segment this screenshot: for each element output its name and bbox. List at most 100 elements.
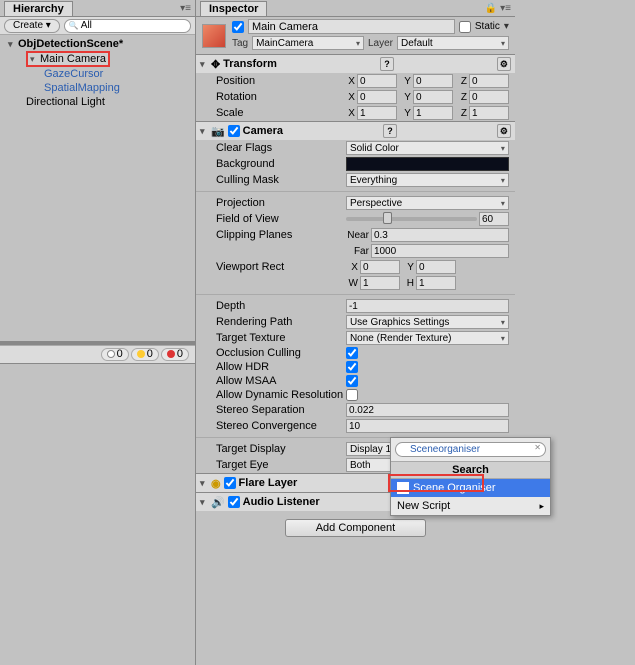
hierarchy-tree[interactable]: ObjDetectionScene* Main Camera GazeCurso… <box>0 35 195 341</box>
target-tex-label: Target Texture <box>216 332 346 344</box>
tree-item-gazecursor[interactable]: GazeCursor <box>26 67 187 81</box>
add-component-popup: Search Scene Organiser New Script <box>390 437 551 516</box>
static-dropdown-icon[interactable]: ▾ <box>504 21 509 32</box>
scale-y[interactable] <box>413 106 453 120</box>
create-button[interactable]: Create ▾ <box>4 19 60 33</box>
fov-value[interactable] <box>479 212 509 226</box>
scale-z[interactable] <box>469 106 509 120</box>
clear-flags-dropdown[interactable]: Solid Color <box>346 141 509 155</box>
audio-enabled[interactable] <box>228 496 240 508</box>
gameobject-header: Static▾ Tag MainCamera Layer Default <box>196 17 515 54</box>
near-plane[interactable] <box>371 228 509 242</box>
hdr-checkbox[interactable] <box>346 361 358 373</box>
result-scene-organiser[interactable]: Scene Organiser <box>391 479 550 497</box>
flare-icon: ◉ <box>211 477 221 490</box>
rot-y[interactable] <box>413 90 453 104</box>
status-bar: 0 0 0 <box>0 345 195 363</box>
stereo-conv-label: Stereo Convergence <box>216 420 346 432</box>
inspector-body: Static▾ Tag MainCamera Layer Default ✥ T… <box>196 17 515 665</box>
viewport-label: Viewport Rect <box>216 261 346 273</box>
vp-x[interactable] <box>360 260 400 274</box>
stereo-sep-field[interactable] <box>346 403 509 417</box>
depth-label: Depth <box>216 300 346 312</box>
highlight-box-popup <box>515 0 635 103</box>
stereo-conv-field[interactable] <box>346 419 509 433</box>
msaa-checkbox[interactable] <box>346 375 358 387</box>
rotation-label: Rotation <box>216 91 343 103</box>
fov-label: Field of View <box>216 213 346 225</box>
status-error[interactable]: 0 <box>161 348 189 361</box>
rot-x[interactable] <box>357 90 397 104</box>
camera-header[interactable]: 📷 Camera ? ⚙ <box>196 122 515 140</box>
search-category-label: Search <box>391 461 550 479</box>
camera-icon: 📷 <box>211 125 225 138</box>
scale-label: Scale <box>216 107 343 119</box>
occlusion-checkbox[interactable] <box>346 347 358 359</box>
clear-flags-label: Clear Flags <box>216 142 346 154</box>
vp-h[interactable] <box>416 276 456 290</box>
stereo-sep-label: Stereo Separation <box>216 404 346 416</box>
scale-x[interactable] <box>357 106 397 120</box>
rendering-dropdown[interactable]: Use Graphics Settings <box>346 315 509 329</box>
script-icon <box>397 482 409 494</box>
tag-dropdown[interactable]: MainCamera <box>252 36 364 50</box>
hierarchy-panel: Hierarchy ▾≡ Create ▾ All ObjDetectionSc… <box>0 0 195 665</box>
far-plane[interactable] <box>371 244 509 258</box>
lower-empty-panel <box>0 363 195 665</box>
camera-component: 📷 Camera ? ⚙ Clear FlagsSolid Color Back… <box>196 121 515 473</box>
tree-item-spatialmapping[interactable]: SpatialMapping <box>26 81 187 95</box>
scene-root[interactable]: ObjDetectionScene* <box>8 37 187 51</box>
inspector-tab[interactable]: Inspector <box>200 1 268 16</box>
audio-icon: 🔊 <box>211 496 225 509</box>
active-checkbox[interactable] <box>232 21 244 33</box>
dynres-label: Allow Dynamic Resolution <box>216 389 346 401</box>
pos-x[interactable] <box>357 74 397 88</box>
pos-y[interactable] <box>413 74 453 88</box>
fov-slider[interactable] <box>346 217 477 221</box>
gear-icon[interactable]: ⚙ <box>497 57 511 71</box>
gear-icon[interactable]: ⚙ <box>497 124 511 138</box>
hierarchy-tab[interactable]: Hierarchy <box>4 1 73 16</box>
vp-y[interactable] <box>416 260 456 274</box>
culling-dropdown[interactable]: Everything <box>346 173 509 187</box>
depth-field[interactable] <box>346 299 509 313</box>
inspector-tab-bar: Inspector 🔒 ▾≡ <box>196 0 515 17</box>
component-search-input[interactable] <box>395 442 546 457</box>
status-warn[interactable]: 0 <box>131 348 159 361</box>
panel-menu-icon[interactable]: 🔒 ▾≡ <box>485 3 511 14</box>
pos-z[interactable] <box>469 74 509 88</box>
flare-enabled[interactable] <box>224 477 236 489</box>
tree-item-main-camera[interactable]: Main Camera <box>26 51 187 67</box>
gameobject-icon[interactable] <box>202 24 226 48</box>
transform-icon: ✥ <box>211 58 220 71</box>
rot-z[interactable] <box>469 90 509 104</box>
target-disp-label: Target Display <box>216 443 346 455</box>
camera-enabled[interactable] <box>228 125 240 137</box>
occlusion-label: Occlusion Culling <box>216 347 346 359</box>
help-icon[interactable]: ? <box>380 57 394 71</box>
background-color[interactable] <box>346 157 509 171</box>
projection-label: Projection <box>216 197 346 209</box>
help-icon[interactable]: ? <box>383 124 397 138</box>
hierarchy-search-input[interactable]: All <box>64 19 191 33</box>
panel-menu-icon[interactable]: ▾≡ <box>180 3 191 14</box>
transform-header[interactable]: ✥ Transform ? ⚙ <box>196 55 515 73</box>
status-info[interactable]: 0 <box>101 348 129 361</box>
dynres-checkbox[interactable] <box>346 389 358 401</box>
hierarchy-toolbar: Create ▾ All <box>0 17 195 35</box>
layer-dropdown[interactable]: Default <box>397 36 509 50</box>
result-new-script[interactable]: New Script <box>391 497 550 515</box>
clipping-label: Clipping Planes <box>216 229 343 241</box>
target-tex-field[interactable]: None (Render Texture) <box>346 331 509 345</box>
projection-dropdown[interactable]: Perspective <box>346 196 509 210</box>
name-field[interactable] <box>248 19 455 34</box>
add-component-button[interactable]: Add Component <box>285 519 427 537</box>
culling-label: Culling Mask <box>216 174 346 186</box>
hierarchy-tab-bar: Hierarchy ▾≡ <box>0 0 195 17</box>
static-label: Static <box>475 21 500 32</box>
tree-item-directional-light[interactable]: Directional Light <box>26 95 187 109</box>
vp-w[interactable] <box>360 276 400 290</box>
background-label: Background <box>216 158 346 170</box>
static-checkbox[interactable] <box>459 21 471 33</box>
position-label: Position <box>216 75 343 87</box>
